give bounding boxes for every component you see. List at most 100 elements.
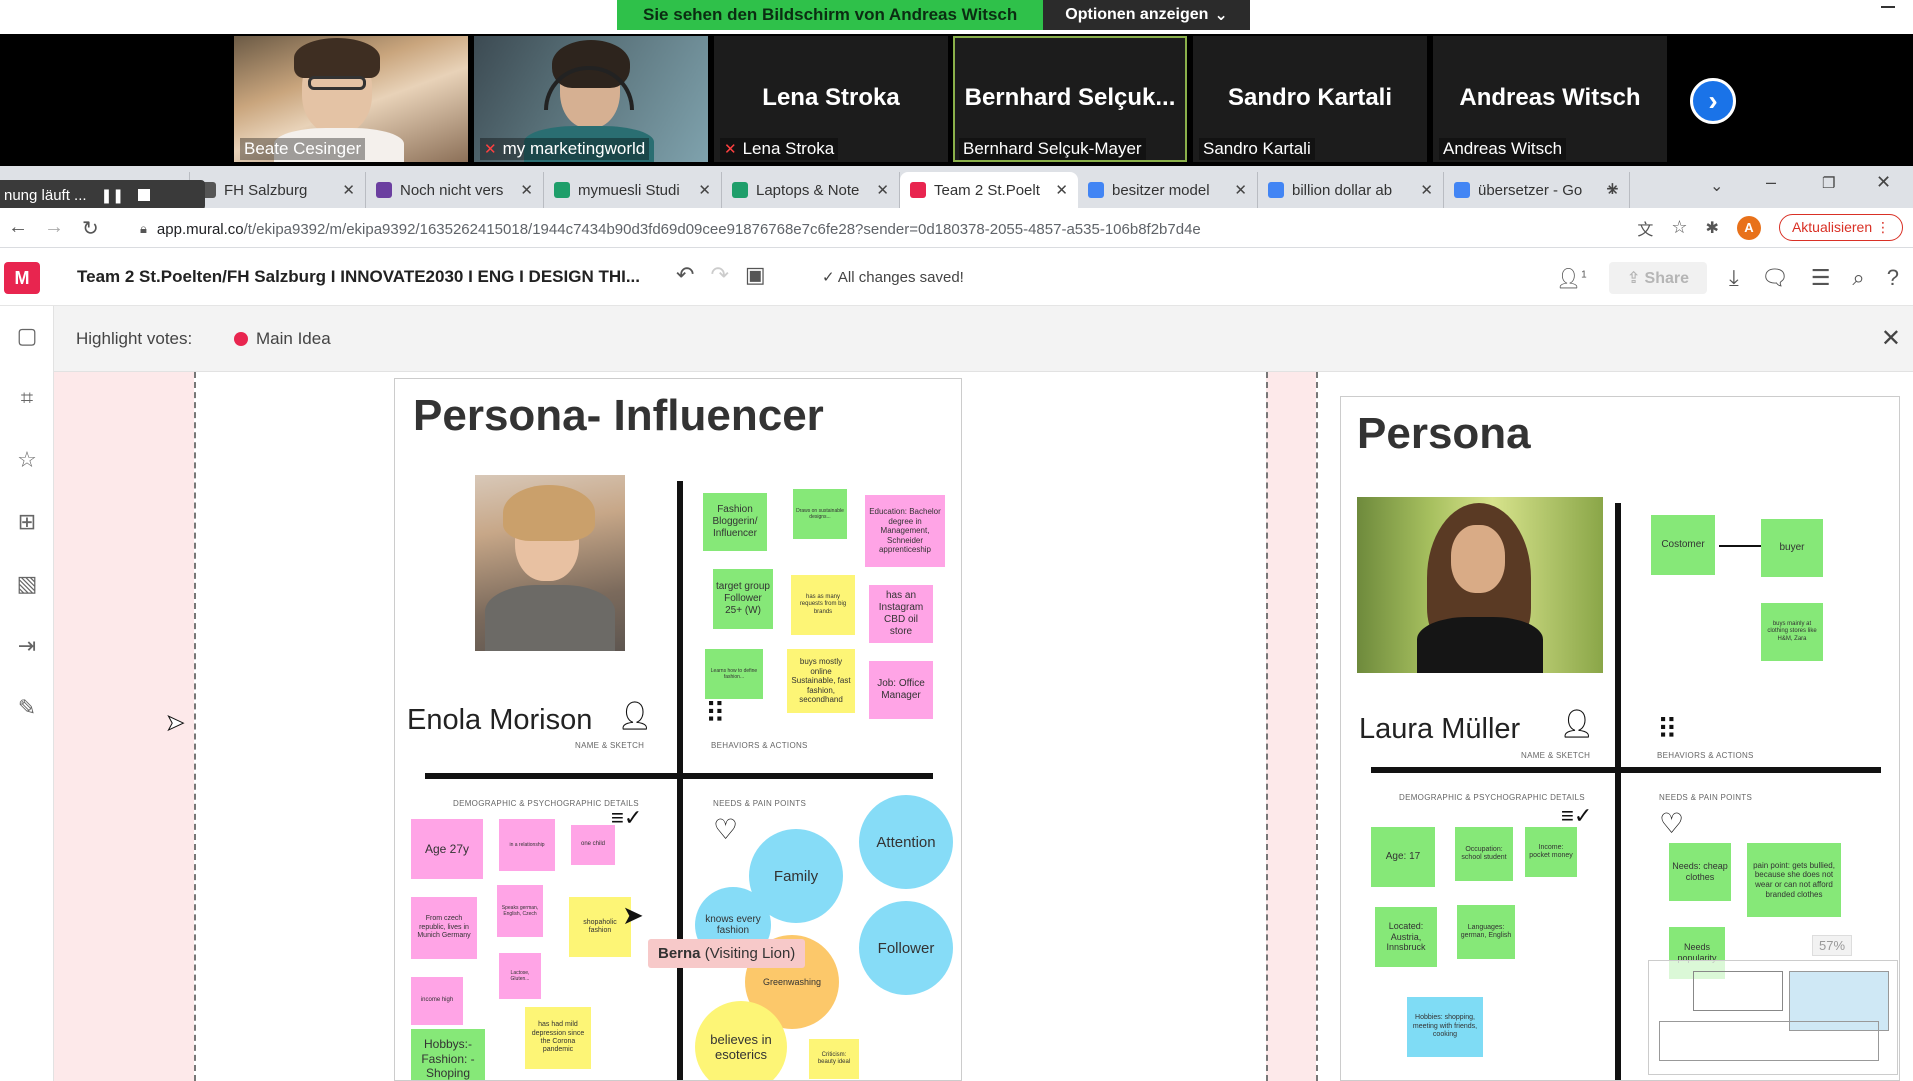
tab-close-icon[interactable]: ✕ — [342, 181, 355, 199]
extensions-icon[interactable]: ✱ — [1706, 218, 1719, 238]
tab-search-icon[interactable]: ⌄ — [1710, 176, 1723, 196]
sticky-note[interactable]: Costomer — [1651, 515, 1715, 575]
close-icon[interactable]: ✕ — [1881, 324, 1901, 353]
sticky-note[interactable]: has as many requests from big brands — [791, 575, 855, 635]
sticky-note[interactable]: Fashion Bloggerin/ Influencer — [703, 493, 767, 551]
minimize-icon[interactable] — [1881, 6, 1895, 8]
redo-icon[interactable]: ↷ — [710, 262, 728, 288]
update-button[interactable]: Aktualisieren ⋮ — [1778, 214, 1903, 241]
outline-icon[interactable]: ☰ — [1811, 265, 1831, 291]
mural-canvas[interactable]: Persona- Influencer Enola Morison 👤︎ NAM… — [54, 372, 1913, 1081]
sticky-note[interactable]: From czech republic, lives in Munich Ger… — [411, 897, 477, 959]
sticky-note[interactable]: Age: 17 — [1371, 827, 1435, 887]
mural-logo[interactable]: M — [4, 262, 40, 294]
sticky-note[interactable]: has had mild depression since the Corona… — [525, 1007, 591, 1069]
share-button[interactable]: ⇪ Share — [1608, 262, 1708, 294]
browser-tab[interactable]: FH Salzburg ✕ — [190, 172, 366, 208]
sticky-note[interactable]: Languages: german, English — [1457, 905, 1515, 959]
tab-close-icon[interactable]: ✕ — [1055, 181, 1068, 199]
star-icon[interactable]: ☆ — [1671, 217, 1687, 238]
tab-close-icon[interactable]: ✕ — [1234, 181, 1247, 199]
reload-icon[interactable]: ↻ — [82, 216, 99, 241]
icons-star-icon[interactable]: ☆ — [9, 442, 45, 478]
sticky-note[interactable]: Located: Austria, Innsbruck — [1375, 907, 1437, 967]
needs-circle[interactable]: Attention — [859, 795, 953, 889]
sticky-note[interactable]: Age 27y — [411, 819, 483, 879]
sticky-note[interactable]: pain point: gets bullied, because she do… — [1747, 843, 1841, 917]
translate-icon[interactable]: 文 — [1637, 216, 1653, 240]
sticky-note[interactable]: one child — [571, 825, 615, 865]
comment-icon[interactable]: 🗨︎ — [1761, 265, 1789, 291]
sticky-note[interactable]: Needs: cheap clothes — [1669, 843, 1731, 901]
zoom-level[interactable]: 57% — [1812, 935, 1853, 956]
sticky-note[interactable]: has an Instagram CBD oil store — [869, 585, 933, 643]
back-icon[interactable]: ← — [8, 216, 28, 239]
persona-board-influencer[interactable]: Persona- Influencer Enola Morison 👤︎ NAM… — [394, 378, 962, 1081]
url-field[interactable]: 🔒︎ app.mural.co/t/ekipa9392/m/ekipa9392/… — [140, 216, 1610, 242]
images-icon[interactable]: ▧ — [9, 566, 45, 602]
download-icon[interactable]: ⤓ — [1729, 265, 1739, 291]
minimap-viewport[interactable] — [1693, 971, 1783, 1011]
tab-close-icon[interactable]: ✕ — [876, 181, 889, 199]
frameworks-icon[interactable]: ⊞ — [9, 504, 45, 540]
new-tab-button[interactable]: + — [1606, 176, 1619, 202]
participant-tile[interactable]: Lena Stroka ✕ Lena Stroka — [714, 36, 948, 162]
sticky-note[interactable]: Occupation: school student — [1455, 827, 1513, 881]
vote-session-chip[interactable]: Main Idea — [234, 329, 331, 349]
pause-icon[interactable]: ❚❚ — [101, 187, 124, 204]
browser-tab[interactable]: billion dollar ab ✕ — [1258, 172, 1444, 208]
tab-close-icon[interactable]: ✕ — [698, 181, 711, 199]
sticky-note[interactable]: Income: pocket money — [1525, 827, 1577, 877]
participant-name: Andreas Witsch — [1439, 138, 1567, 160]
participant-tile[interactable]: Beate Cesinger — [234, 36, 468, 162]
options-button[interactable]: Optionen anzeigen ⌄ — [1043, 0, 1250, 30]
participant-tile[interactable]: Sandro Kartali Sandro Kartali — [1193, 36, 1427, 162]
sticky-note[interactable]: Hobbies: shopping, meeting with friends,… — [1407, 997, 1483, 1057]
text-shapes-icon[interactable]: ⌗ — [9, 380, 45, 416]
sticky-note[interactable]: Education: Bachelor degree in Management… — [865, 495, 945, 567]
sticky-note[interactable]: Speaks german, English, Czech — [497, 885, 543, 937]
import-icon[interactable]: ⇥ — [9, 628, 45, 664]
minimap[interactable] — [1648, 960, 1898, 1075]
sticky-note[interactable]: income high — [411, 977, 463, 1025]
participant-tile[interactable]: ✕ my marketingworld — [474, 36, 708, 162]
sticky-note[interactable]: Criticism: beauty ideal — [809, 1039, 859, 1079]
window-close-icon[interactable]: ✕ — [1876, 172, 1891, 193]
undo-icon[interactable]: ↶ — [676, 262, 694, 288]
browser-tab[interactable]: Team 2 St.Poelt ✕ — [900, 172, 1078, 208]
sticky-note[interactable]: Draws on sustainable designs... — [793, 489, 847, 539]
window-minimize-icon[interactable]: – — [1766, 172, 1776, 193]
collaborators-icon[interactable]: 👤︎1 — [1556, 266, 1587, 291]
participant-tile[interactable]: Andreas Witsch Andreas Witsch — [1433, 36, 1667, 162]
mural-title[interactable]: Team 2 St.Poelten/FH Salzburg I INNOVATE… — [77, 267, 640, 287]
sticky-note[interactable]: buys mainly at clothing stores like H&M,… — [1761, 603, 1823, 661]
forward-icon[interactable]: → — [44, 216, 64, 239]
sticky-note[interactable]: buyer — [1761, 519, 1823, 577]
sticky-note[interactable]: Hobbys:- Fashion: -Shoping — [411, 1029, 485, 1080]
browser-tab[interactable]: besitzer model ✕ — [1078, 172, 1258, 208]
stop-icon[interactable] — [138, 189, 151, 201]
sticky-note[interactable]: target group Follower 25+ (W) — [713, 569, 773, 629]
tab-close-icon[interactable]: ✕ — [520, 181, 533, 199]
timer-icon[interactable]: ▣ — [745, 262, 766, 288]
sticky-note[interactable]: Learns how to define fashion... — [705, 649, 763, 699]
next-page-button[interactable]: › — [1690, 78, 1736, 124]
sticky-note[interactable]: buys mostly online Sustainable, fast fas… — [787, 649, 855, 713]
help-icon[interactable]: ? — [1887, 265, 1899, 291]
sticky-note-icon[interactable]: ▢ — [9, 318, 45, 354]
needs-circle[interactable]: Follower — [859, 901, 953, 995]
participant-tile-active-speaker[interactable]: Bernhard Selçuk... Bernhard Selçuk-Mayer — [953, 36, 1187, 162]
profile-avatar[interactable]: A — [1736, 215, 1761, 240]
sticky-note[interactable]: Job: Office Manager — [869, 661, 933, 719]
tab-close-icon[interactable]: ✕ — [1420, 181, 1433, 199]
sticky-note[interactable]: Lactose, Gluten... — [499, 953, 541, 999]
browser-tab[interactable]: Laptops & Note ✕ — [722, 172, 900, 208]
search-icon[interactable]: ⌕ — [1852, 265, 1864, 291]
browser-tab[interactable]: Noch nicht vers ✕ — [366, 172, 544, 208]
quadrant-divider — [677, 481, 683, 1080]
browser-tab[interactable]: mymuesli Studi ✕ — [544, 172, 722, 208]
browser-tab[interactable]: übersetzer - Go ✕ — [1444, 172, 1630, 208]
pen-icon[interactable]: ✎ — [9, 690, 45, 726]
window-restore-icon[interactable]: ❐ — [1822, 174, 1835, 192]
sticky-note[interactable]: in a relationship — [499, 819, 555, 871]
